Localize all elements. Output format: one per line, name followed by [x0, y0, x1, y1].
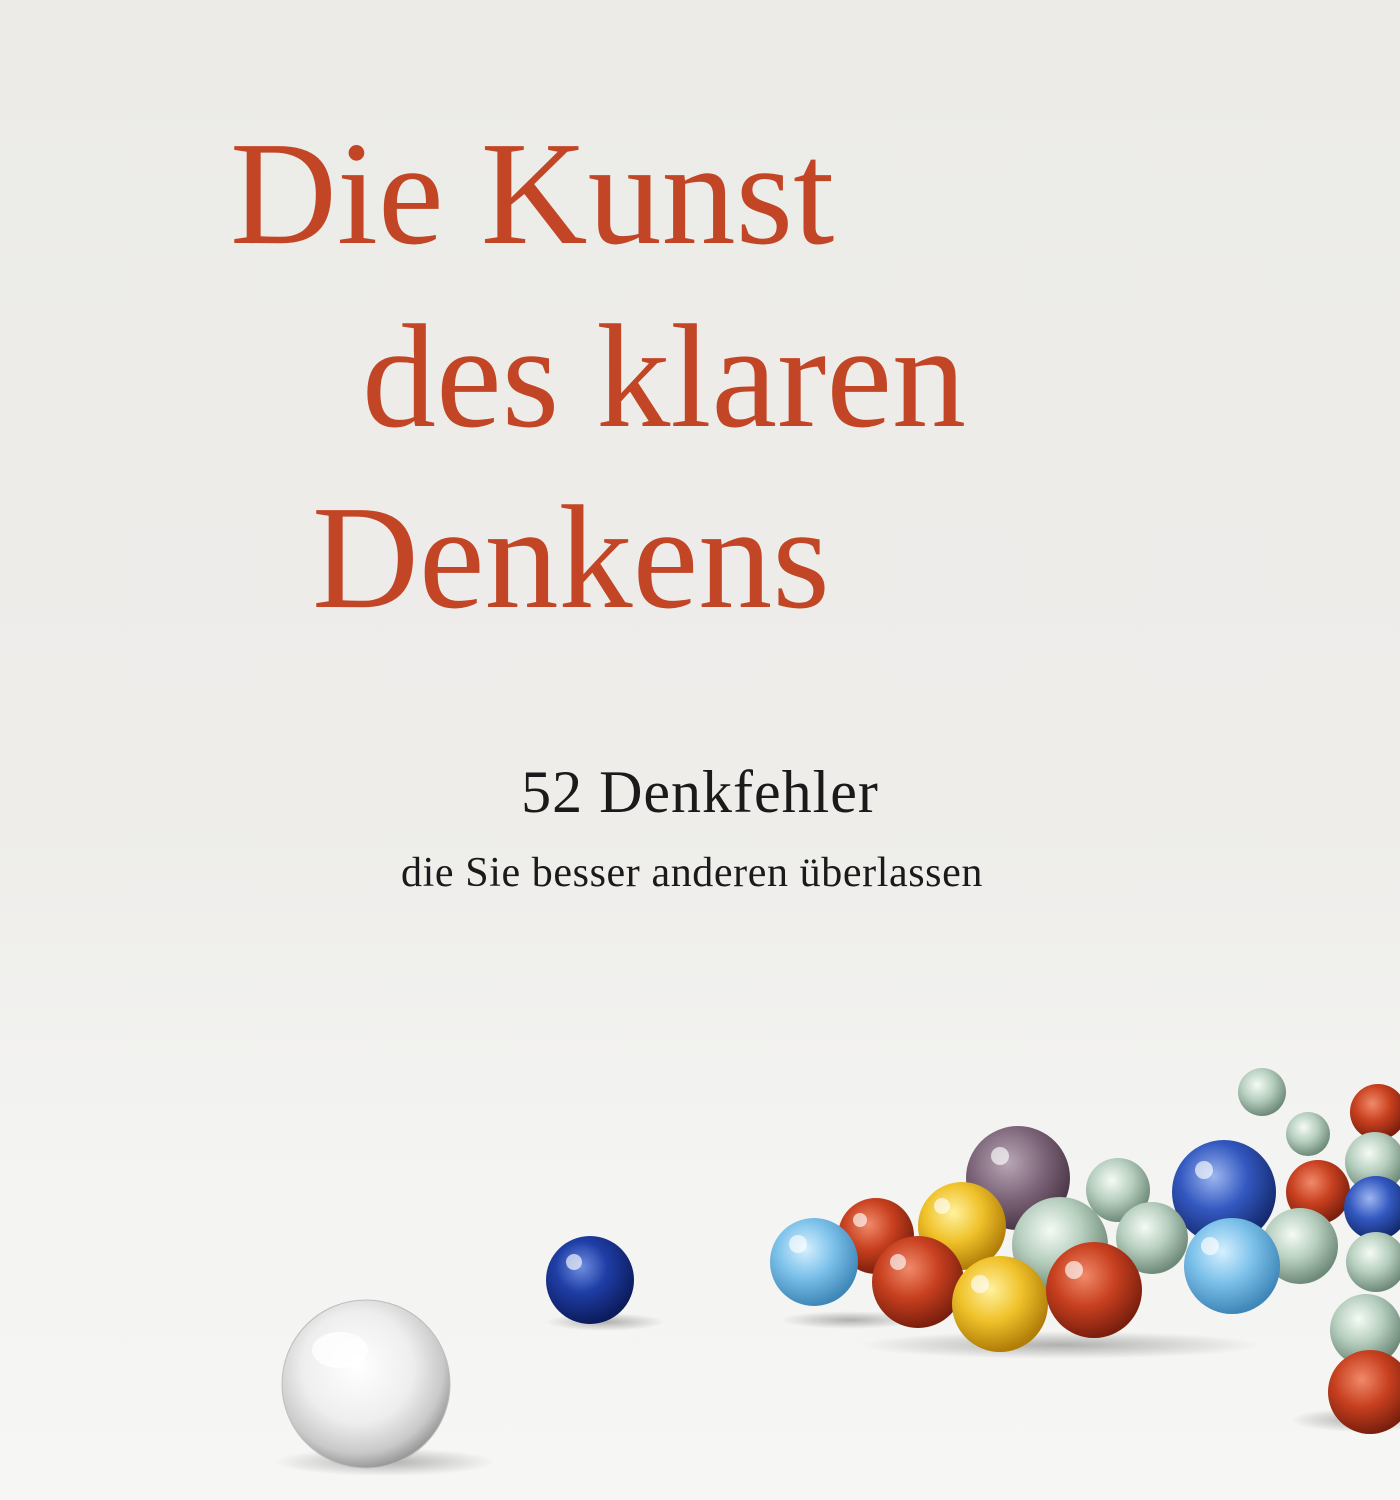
marble-highlight — [971, 1275, 989, 1293]
marble — [770, 1218, 858, 1306]
marble — [872, 1236, 964, 1328]
marble — [1346, 1232, 1400, 1292]
marble — [1046, 1242, 1142, 1338]
marble — [1350, 1084, 1400, 1140]
marble-highlight — [991, 1147, 1009, 1165]
marble-highlight — [1195, 1161, 1213, 1179]
marble — [1184, 1218, 1280, 1314]
marble-highlight — [566, 1254, 582, 1270]
marble — [281, 1299, 451, 1469]
marble — [546, 1236, 634, 1324]
marble-highlight — [853, 1213, 867, 1227]
marble — [1238, 1068, 1286, 1116]
marble-highlight — [934, 1198, 950, 1214]
marble-shadow — [860, 1331, 1260, 1359]
marble — [1286, 1112, 1330, 1156]
marble-highlight — [1065, 1261, 1083, 1279]
marble — [952, 1256, 1048, 1352]
marble — [1344, 1176, 1400, 1240]
book-cover: Die Kunst des klaren Denkens 52 Denkfehl… — [0, 0, 1400, 1500]
marble-highlight — [1201, 1237, 1219, 1255]
marble-highlight — [789, 1235, 807, 1253]
marbles-illustration — [275, 1068, 1400, 1476]
marble-highlight — [312, 1332, 368, 1368]
marble-highlight — [890, 1254, 906, 1270]
